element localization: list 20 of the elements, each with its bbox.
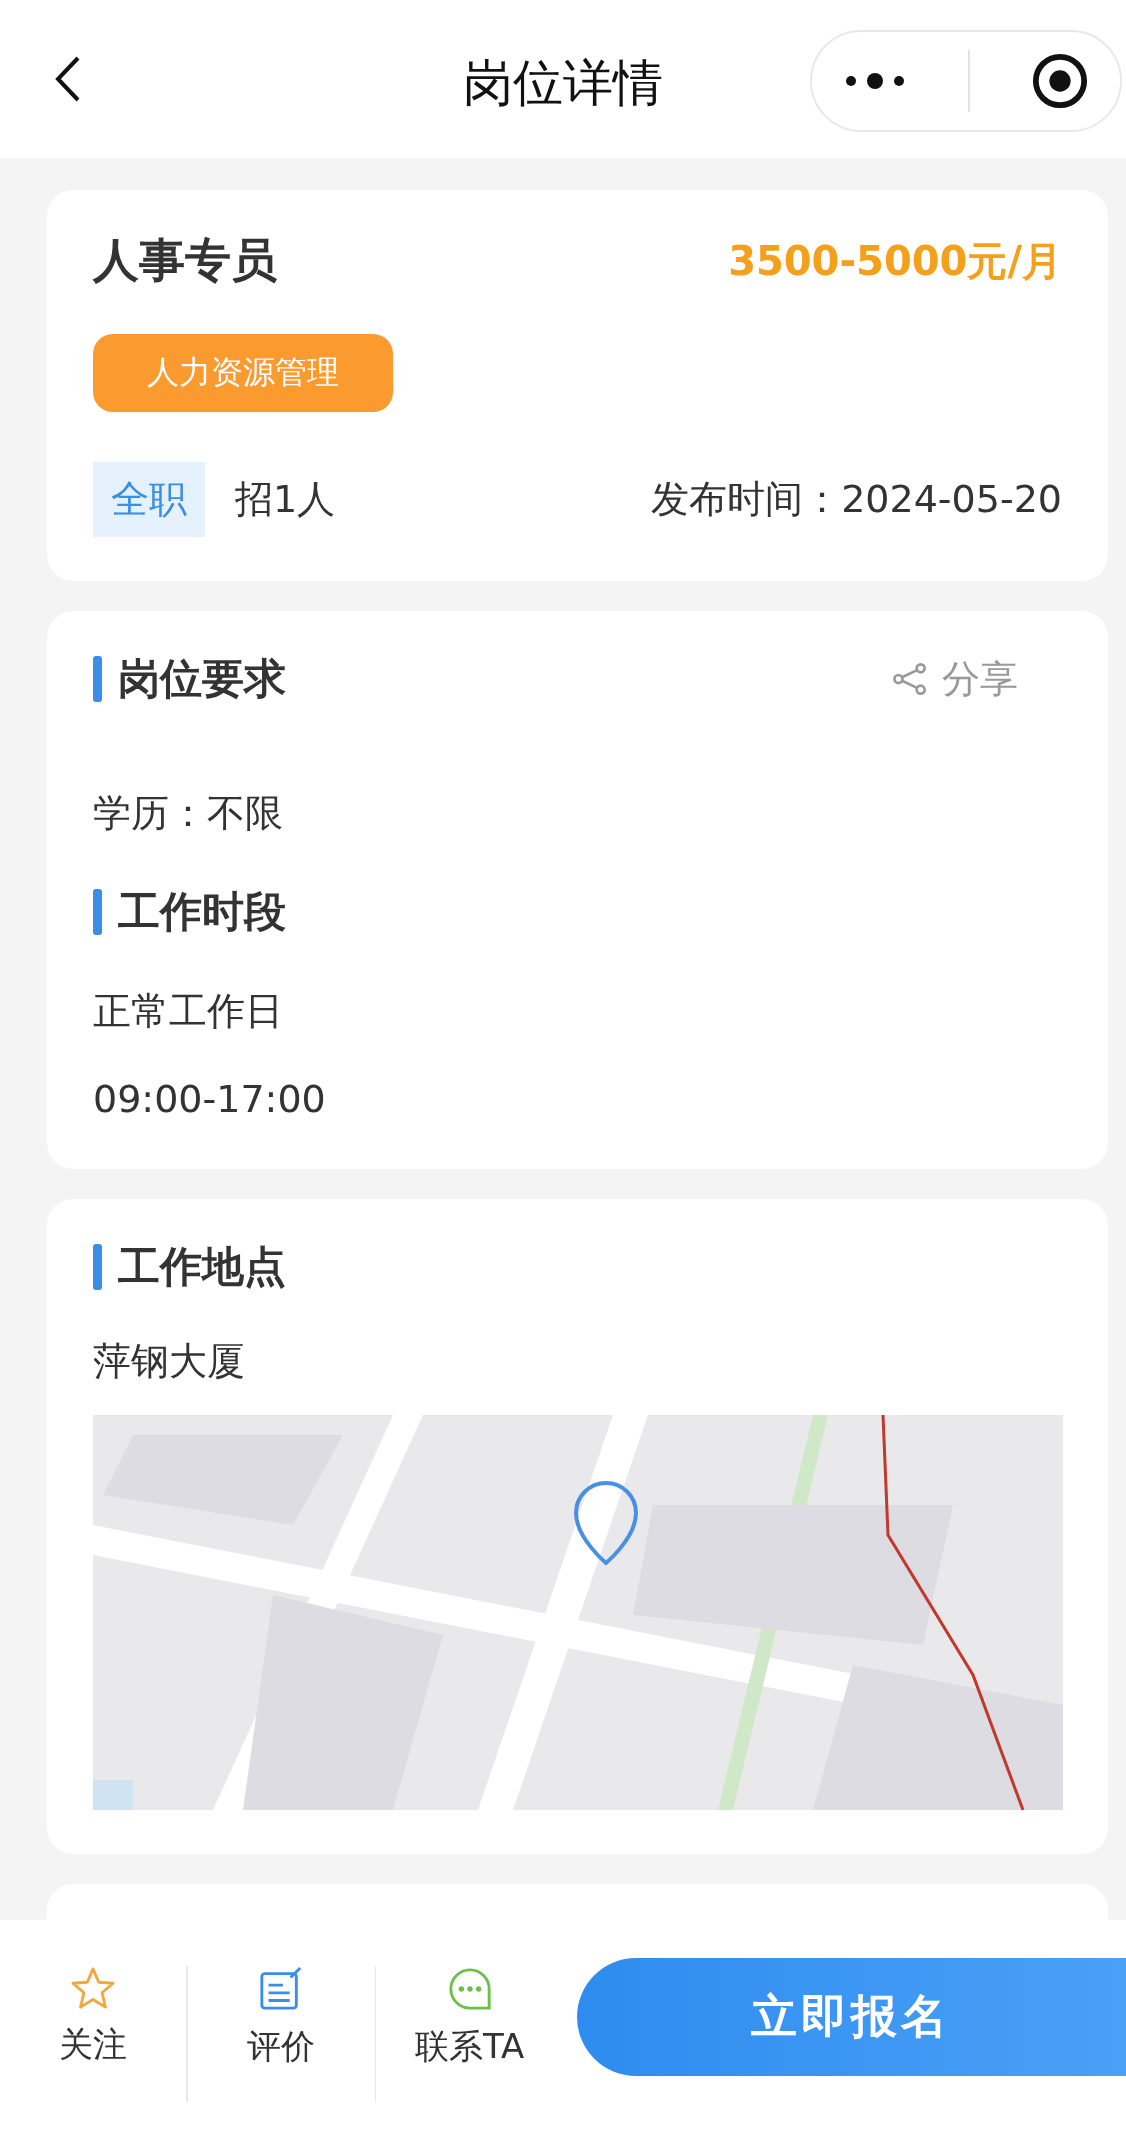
job-type-badge: 全职 [93,462,205,537]
section-title: 工作时段 [93,884,286,940]
requirement-text: 09:00-17:00 [93,1076,327,1123]
share-icon [892,663,928,695]
place-name: 萍钢大厦 [93,1338,246,1385]
bar-action[interactable]: 联系TA [376,1966,563,2070]
salary: 3500-5000元/月 [728,236,1062,286]
requirement-text: 正常工作日 [93,988,284,1035]
star-icon [70,1966,117,2010]
publish-date: 发布时间：2024-05-20 [651,476,1062,523]
bar-action[interactable]: 评价 [188,1966,375,2070]
category-tag: 人力资源管理 [93,334,393,412]
page-title: 岗位详情 [462,53,664,114]
job-title: 人事专员 [93,232,277,289]
headcount: 招1人 [235,476,336,523]
bar-action[interactable]: 关注 [0,1966,187,2068]
requirement-text: 学历：不限 [93,790,284,837]
section-title: 岗位要求 [93,651,286,707]
section-title: 工作地点 [93,1239,286,1295]
chat-icon [446,1966,493,2012]
